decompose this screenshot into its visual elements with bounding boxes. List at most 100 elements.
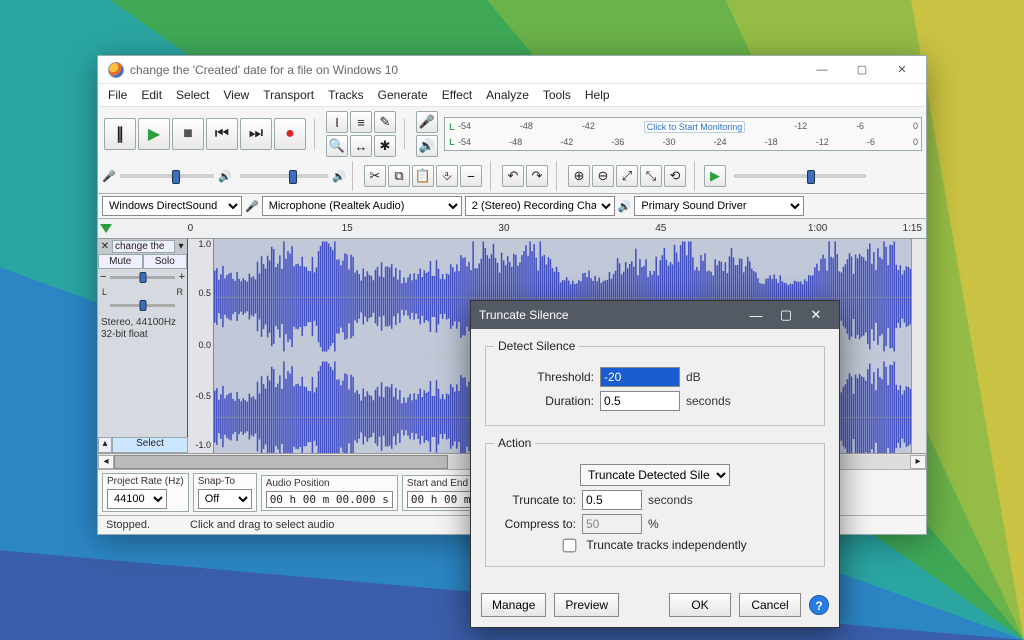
help-icon[interactable]: ? bbox=[809, 595, 829, 615]
preview-button[interactable]: Preview bbox=[554, 593, 619, 617]
app-icon bbox=[108, 62, 124, 78]
project-rate-combo[interactable]: 44100 bbox=[107, 489, 167, 509]
snapto-combo[interactable]: Off bbox=[198, 489, 252, 509]
play-at-speed-button[interactable]: ▶ bbox=[704, 165, 726, 187]
copy-icon[interactable]: ⧉ bbox=[388, 165, 410, 187]
track-select-button[interactable]: Select bbox=[112, 437, 188, 453]
audio-host-combo[interactable]: Windows DirectSound bbox=[102, 196, 242, 216]
vertical-scale: 1.0 0.5 0.0 -0.5 -1.0 bbox=[188, 239, 214, 453]
envelope-tool-icon[interactable]: ≡ bbox=[350, 111, 372, 133]
duration-input[interactable] bbox=[600, 391, 680, 411]
zoom-out-icon[interactable]: ⊖ bbox=[592, 165, 614, 187]
mute-button[interactable]: Mute bbox=[98, 254, 143, 269]
menu-help[interactable]: Help bbox=[579, 86, 616, 104]
draw-tool-icon[interactable]: ✎ bbox=[374, 111, 396, 133]
vertical-scrollbar[interactable] bbox=[911, 239, 926, 453]
solo-button[interactable]: Solo bbox=[143, 254, 188, 269]
zoom-toggle-icon[interactable]: ⟲ bbox=[664, 165, 686, 187]
compress-to-input bbox=[582, 514, 642, 534]
start-monitoring-hint[interactable]: Click to Start Monitoring bbox=[644, 121, 746, 133]
play-meter-speaker-icon[interactable]: 🔊 bbox=[416, 135, 438, 157]
menubar[interactable]: File Edit Select View Transport Tracks G… bbox=[98, 84, 926, 107]
menu-edit[interactable]: Edit bbox=[135, 86, 168, 104]
rec-device-combo[interactable]: Microphone (Realtek Audio) bbox=[262, 196, 462, 216]
menu-view[interactable]: View bbox=[217, 86, 255, 104]
play-device-combo[interactable]: Primary Sound Driver bbox=[634, 196, 804, 216]
manage-button[interactable]: Manage bbox=[481, 593, 546, 617]
transport-toolbar: ∥ ▶ ■ ⏮ ⏭ ● bbox=[102, 116, 308, 152]
menu-file[interactable]: File bbox=[102, 86, 133, 104]
scroll-left-icon[interactable]: ◂ bbox=[98, 455, 114, 469]
menu-effect[interactable]: Effect bbox=[436, 86, 478, 104]
track-menu-icon[interactable]: ▾ bbox=[175, 241, 187, 252]
fit-selection-icon[interactable]: ⤢ bbox=[616, 165, 638, 187]
menu-generate[interactable]: Generate bbox=[372, 86, 434, 104]
zoom-in-icon[interactable]: ⊕ bbox=[568, 165, 590, 187]
threshold-input[interactable] bbox=[600, 367, 680, 387]
paste-icon[interactable]: 📋 bbox=[412, 165, 434, 187]
fit-project-icon[interactable]: ⤡ bbox=[640, 165, 662, 187]
dialog-titlebar[interactable]: Truncate Silence — ▢ ✕ bbox=[471, 301, 839, 329]
play-cursor-icon bbox=[100, 224, 112, 233]
menu-select[interactable]: Select bbox=[170, 86, 215, 104]
rec-volume-slider[interactable] bbox=[120, 174, 215, 178]
play-button[interactable]: ▶ bbox=[138, 118, 170, 150]
scroll-thumb[interactable] bbox=[114, 455, 448, 469]
compress-to-unit: % bbox=[648, 517, 659, 531]
scroll-right-icon[interactable]: ▸ bbox=[910, 455, 926, 469]
device-toolbar: Windows DirectSound 🎤 Microphone (Realte… bbox=[98, 194, 926, 219]
close-button[interactable]: ✕ bbox=[882, 56, 922, 84]
gain-slider[interactable]: −+ bbox=[102, 271, 183, 285]
threshold-label: Threshold: bbox=[494, 370, 594, 384]
silence-icon[interactable]: ⎯ bbox=[460, 165, 482, 187]
menu-transport[interactable]: Transport bbox=[257, 86, 320, 104]
meters[interactable]: L -54 -48 -42 Click to Start Monitoring … bbox=[444, 117, 922, 151]
skip-start-button[interactable]: ⏮ bbox=[206, 118, 238, 150]
rec-meter-mic-icon[interactable]: 🎤 bbox=[416, 111, 438, 133]
mic-icon: 🎤 bbox=[245, 200, 259, 213]
timeline-ruler[interactable]: 0 15 30 45 1:00 1:15 bbox=[98, 219, 926, 239]
dialog-minimize-icon[interactable]: — bbox=[741, 308, 771, 323]
play-volume-slider[interactable] bbox=[240, 174, 328, 178]
play-meter-l-label: L bbox=[448, 137, 456, 147]
rec-channels-combo[interactable]: 2 (Stereo) Recording Cha bbox=[465, 196, 615, 216]
audio-position-value[interactable]: 00 h 00 m 00.000 s bbox=[266, 491, 393, 508]
menu-tools[interactable]: Tools bbox=[537, 86, 577, 104]
detect-silence-group: Detect Silence Threshold: dB Duration: s… bbox=[485, 339, 825, 426]
status-hint: Click and drag to select audio bbox=[190, 519, 334, 531]
undo-icon[interactable]: ↶ bbox=[502, 165, 524, 187]
cut-icon[interactable]: ✂ bbox=[364, 165, 386, 187]
truncate-to-input[interactable] bbox=[582, 490, 642, 510]
play-speed-slider[interactable] bbox=[734, 174, 866, 178]
zoom-tool-icon[interactable]: 🔍 bbox=[326, 135, 348, 157]
redo-icon[interactable]: ↷ bbox=[526, 165, 548, 187]
pan-slider[interactable] bbox=[102, 299, 183, 313]
skip-end-button[interactable]: ⏭ bbox=[240, 118, 272, 150]
ok-button[interactable]: OK bbox=[669, 593, 731, 617]
minimize-button[interactable]: — bbox=[802, 56, 842, 84]
play-volume-speaker-icon: 🔊 bbox=[218, 170, 232, 183]
dialog-close-icon[interactable]: ✕ bbox=[801, 307, 831, 323]
collapse-icon[interactable]: ▴ bbox=[98, 437, 112, 453]
cancel-button[interactable]: Cancel bbox=[739, 593, 801, 617]
trim-icon[interactable]: ⎀ bbox=[436, 165, 458, 187]
maximize-button[interactable]: ▢ bbox=[842, 56, 882, 84]
duration-label: Duration: bbox=[494, 394, 594, 408]
track-close-icon[interactable]: ✕ bbox=[98, 241, 112, 252]
dialog-maximize-icon[interactable]: ▢ bbox=[771, 307, 801, 323]
selection-tool-icon[interactable]: I bbox=[326, 111, 348, 133]
stop-button[interactable]: ■ bbox=[172, 118, 204, 150]
truncate-to-unit: seconds bbox=[648, 493, 693, 507]
menu-tracks[interactable]: Tracks bbox=[322, 86, 370, 104]
track-name[interactable]: change the bbox=[112, 240, 175, 253]
multi-tool-icon[interactable]: ✱ bbox=[374, 135, 396, 157]
menu-analyze[interactable]: Analyze bbox=[480, 86, 535, 104]
timeshift-tool-icon[interactable]: ↔ bbox=[350, 135, 372, 157]
pause-button[interactable]: ∥ bbox=[104, 118, 136, 150]
independent-checkbox[interactable] bbox=[563, 538, 577, 552]
titlebar[interactable]: change the 'Created' date for a file on … bbox=[98, 56, 926, 84]
action-group: Action Truncate Detected Silence Truncat… bbox=[485, 436, 825, 567]
toolbars: ∥ ▶ ■ ⏮ ⏭ ● I ≡ ✎ 🔍 ↔ ✱ 🎤 🔊 bbox=[98, 107, 926, 194]
action-select[interactable]: Truncate Detected Silence bbox=[580, 464, 730, 486]
record-button[interactable]: ● bbox=[274, 118, 306, 150]
